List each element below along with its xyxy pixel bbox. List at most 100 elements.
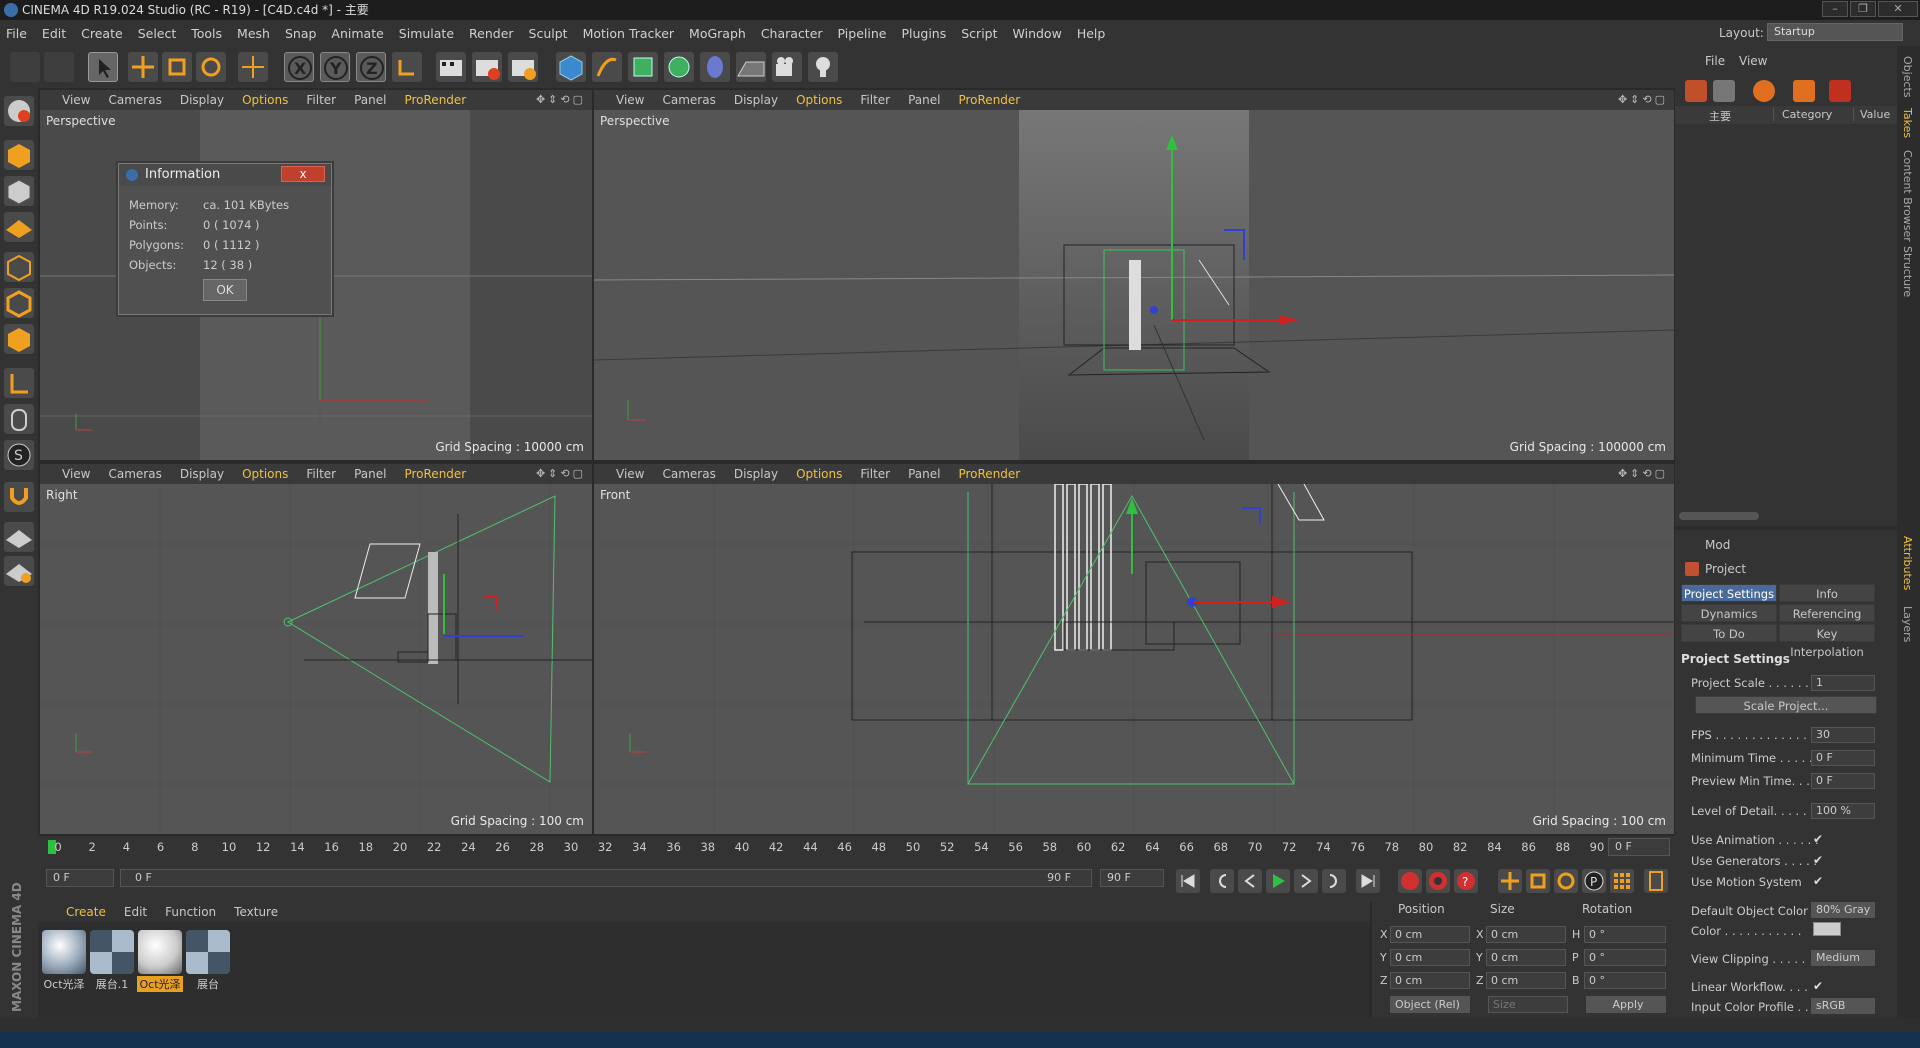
play-icon[interactable] xyxy=(1266,869,1290,893)
tab-takes[interactable]: Takes xyxy=(1901,108,1914,138)
workplane-icon[interactable] xyxy=(4,212,34,242)
maximize-button[interactable]: ❐ xyxy=(1850,1,1876,17)
ok-button[interactable]: OK xyxy=(203,279,247,301)
previous-key-icon[interactable] xyxy=(1210,869,1234,893)
vp-display-menu[interactable]: Display xyxy=(180,93,224,107)
material-swatch-oct-gloss-selected[interactable] xyxy=(138,930,182,974)
vp-prorender-menu[interactable]: ProRender xyxy=(404,467,466,481)
vp-options-menu[interactable]: Options xyxy=(242,467,288,481)
position-x-field[interactable]: 0 cm xyxy=(1390,926,1470,943)
size-x-field[interactable]: 0 cm xyxy=(1486,926,1566,943)
coordinate-mode-dropdown[interactable]: Object (Rel) xyxy=(1390,996,1470,1013)
color-swatch[interactable] xyxy=(1813,922,1841,936)
vp-filter-menu[interactable]: Filter xyxy=(860,93,890,107)
y-axis-lock-icon[interactable]: Y xyxy=(320,52,350,82)
render-picture-viewer-icon[interactable] xyxy=(472,52,502,82)
viewport-nav-icons[interactable]: ✥⇕⟲▢ xyxy=(536,467,586,480)
use-animation-checkbox[interactable]: ✔ xyxy=(1813,832,1823,846)
magnet-icon[interactable] xyxy=(4,482,34,512)
menu-help[interactable]: Help xyxy=(1077,26,1106,41)
scale-project-button[interactable]: Scale Project... xyxy=(1695,696,1877,714)
menu-create[interactable]: Create xyxy=(81,26,123,41)
frame-range-slider[interactable]: 0 F 90 F xyxy=(120,869,1092,887)
z-axis-lock-icon[interactable]: Z xyxy=(356,52,386,82)
vp-view-menu[interactable]: View xyxy=(616,467,644,481)
input-color-profile-dropdown[interactable]: sRGB xyxy=(1811,998,1875,1014)
default-object-color-dropdown[interactable]: 80% Gray xyxy=(1811,902,1875,918)
tweak-mode-icon[interactable] xyxy=(4,404,34,434)
axis-mode-icon[interactable] xyxy=(4,368,34,398)
use-generators-checkbox[interactable]: ✔ xyxy=(1813,853,1823,867)
subdivision-surface-icon[interactable] xyxy=(628,52,658,82)
start-frame-field[interactable]: 0 F xyxy=(46,869,114,887)
dialog-title-bar[interactable]: Information x xyxy=(119,164,331,186)
menu-sculpt[interactable]: Sculpt xyxy=(529,26,568,41)
attr-mode-menu[interactable]: Mod xyxy=(1705,538,1730,552)
menu-plugins[interactable]: Plugins xyxy=(901,26,946,41)
position-z-field[interactable]: 0 cm xyxy=(1390,972,1470,989)
move-tool-icon[interactable] xyxy=(128,52,158,82)
recent-tool-icon[interactable] xyxy=(238,52,268,82)
vp-cameras-menu[interactable]: Cameras xyxy=(108,467,161,481)
select-arrow-icon[interactable] xyxy=(88,52,118,82)
make-editable-icon[interactable] xyxy=(4,96,34,126)
menu-motion-tracker[interactable]: Motion Tracker xyxy=(583,26,674,41)
tab-key-interpolation[interactable]: Key Interpolation xyxy=(1779,624,1875,659)
viewport-nav-icons[interactable]: ✥⇕⟲▢ xyxy=(1618,93,1668,106)
key-pla-icon[interactable] xyxy=(1610,869,1634,893)
viewport-perspective-top-right[interactable]: View Cameras Display Options Filter Pane… xyxy=(594,90,1674,460)
material-swatch-oct-gloss[interactable] xyxy=(42,930,86,974)
tab-layers[interactable]: Layers xyxy=(1901,606,1914,642)
tab-info[interactable]: Info xyxy=(1779,584,1875,602)
redo-icon[interactable] xyxy=(44,52,74,82)
vp-panel-menu[interactable]: Panel xyxy=(908,93,940,107)
tab-content-browser[interactable]: Content Browser xyxy=(1901,150,1914,242)
vp-prorender-menu[interactable]: ProRender xyxy=(958,467,1020,481)
linear-workflow-checkbox[interactable]: ✔ xyxy=(1813,979,1823,993)
vp-filter-menu[interactable]: Filter xyxy=(306,467,336,481)
minimize-button[interactable]: – xyxy=(1822,1,1848,17)
end-frame-field[interactable]: 90 F xyxy=(1100,869,1164,887)
viewport-nav-icons[interactable]: ✥⇕⟲▢ xyxy=(1618,467,1668,480)
points-mode-icon[interactable] xyxy=(4,252,34,282)
record-icon[interactable] xyxy=(1398,869,1422,893)
vp-cameras-menu[interactable]: Cameras xyxy=(108,93,161,107)
tab-objects[interactable]: Objects xyxy=(1901,56,1914,98)
menu-simulate[interactable]: Simulate xyxy=(399,26,454,41)
render-view-icon[interactable] xyxy=(436,52,466,82)
render-settings-icon[interactable] xyxy=(508,52,538,82)
material-function-menu[interactable]: Function xyxy=(165,905,216,919)
vp-display-menu[interactable]: Display xyxy=(180,467,224,481)
menu-snap[interactable]: Snap xyxy=(285,26,316,41)
material-edit-menu[interactable]: Edit xyxy=(124,905,147,919)
texture-mode-icon[interactable] xyxy=(4,176,34,206)
timeline-ruler[interactable]: 0 F 0 2 4 6 8 10 12 14 16 18 20 22 24 26 28 30 32 34 36 38 4… xyxy=(38,836,1675,858)
autokey-icon[interactable] xyxy=(1426,869,1450,893)
go-to-start-icon[interactable] xyxy=(1176,869,1200,893)
model-mode-icon[interactable] xyxy=(4,140,34,170)
menu-tools[interactable]: Tools xyxy=(191,26,222,41)
menu-select[interactable]: Select xyxy=(138,26,177,41)
om-file-menu[interactable]: File xyxy=(1705,54,1725,68)
tab-referencing[interactable]: Referencing xyxy=(1779,604,1875,622)
fps-field[interactable]: 30 xyxy=(1811,727,1875,743)
menu-character[interactable]: Character xyxy=(761,26,823,41)
key-rotation-icon[interactable] xyxy=(1554,869,1578,893)
planar-workplane-icon[interactable] xyxy=(4,556,34,586)
current-frame-field[interactable]: 0 F xyxy=(1608,838,1670,856)
viewport-right[interactable]: View Cameras Display Options Filter Pane… xyxy=(40,464,592,834)
menu-mograph[interactable]: MoGraph xyxy=(689,26,746,41)
om-view-menu[interactable]: View xyxy=(1739,54,1767,68)
material-create-menu[interactable]: Create xyxy=(66,905,106,919)
vp-prorender-menu[interactable]: ProRender xyxy=(404,93,466,107)
vp-prorender-menu[interactable]: ProRender xyxy=(958,93,1020,107)
material-swatch-stage[interactable] xyxy=(186,930,230,974)
rotation-b-field[interactable]: 0 ° xyxy=(1584,972,1666,989)
position-y-field[interactable]: 0 cm xyxy=(1390,949,1470,966)
level-of-detail-field[interactable]: 100 % xyxy=(1811,803,1875,819)
floor-icon[interactable] xyxy=(736,52,766,82)
viewport-nav-icons[interactable]: ✥⇕⟲▢ xyxy=(536,93,586,106)
vp-panel-menu[interactable]: Panel xyxy=(908,467,940,481)
x-axis-lock-icon[interactable]: X xyxy=(284,52,314,82)
om-octane-icon[interactable] xyxy=(1753,80,1775,102)
